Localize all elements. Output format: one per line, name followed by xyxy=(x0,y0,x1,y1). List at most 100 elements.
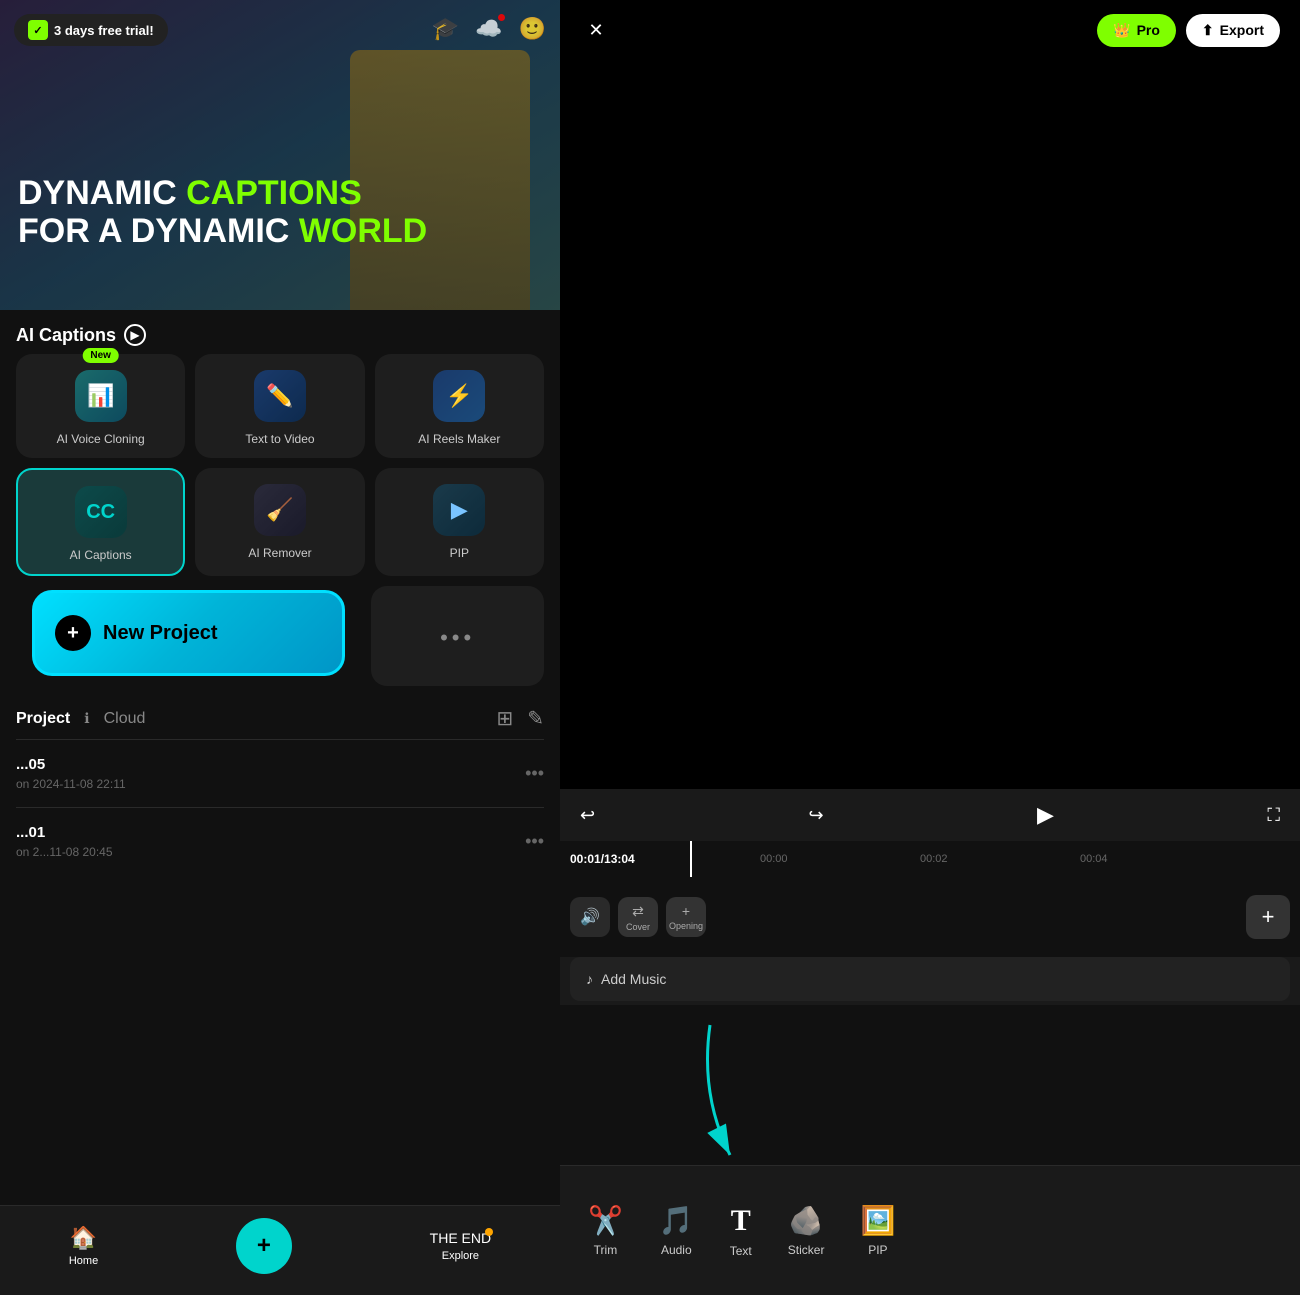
pip-toolbar-label: PIP xyxy=(868,1243,887,1257)
redo-button[interactable]: ↪ xyxy=(809,805,824,826)
sticker-icon: 🪨 xyxy=(789,1204,824,1237)
video-preview xyxy=(560,60,1300,789)
pip-label: PIP xyxy=(450,546,469,560)
audio-icon: 🎵 xyxy=(659,1204,694,1237)
fullscreen-button[interactable]: ⛶ xyxy=(1267,805,1280,826)
hero-line1-white: DYNAMIC xyxy=(18,174,186,212)
trim-label: Trim xyxy=(594,1243,618,1257)
toolbar-trim[interactable]: ✂️ Trim xyxy=(570,1194,641,1267)
project-name-1: ...01 xyxy=(16,824,113,841)
project-info-1: ...01 on 2...11-08 20:45 xyxy=(16,824,113,859)
header-actions: ⊞ ✎ xyxy=(496,706,544,731)
export-button[interactable]: ⬆ Export xyxy=(1186,14,1280,47)
play-button[interactable]: ▶ xyxy=(1037,802,1054,828)
tool-card-reels-maker[interactable]: ⚡ AI Reels Maker xyxy=(375,354,544,458)
tool-card-ai-remover[interactable]: 🧹 AI Remover xyxy=(195,468,364,576)
trial-badge[interactable]: ✓ 3 days free trial! xyxy=(14,14,168,46)
nav-home[interactable]: 🏠 Home xyxy=(69,1225,98,1267)
nav-add-button[interactable]: + xyxy=(236,1218,292,1274)
cover-button[interactable]: ⇄ Cover xyxy=(618,897,658,937)
ai-captions-label: AI Captions xyxy=(16,325,116,346)
audio-label: Audio xyxy=(661,1243,692,1257)
graduation-icon[interactable]: 🎓 xyxy=(432,16,459,42)
arrow-area xyxy=(560,1005,1300,1165)
music-note-icon: ♪ xyxy=(586,971,593,987)
new-project-plus-icon: + xyxy=(55,615,91,651)
more-card[interactable]: ••• xyxy=(371,586,544,686)
playback-controls: ↩ ↪ ▶ ⛶ xyxy=(560,789,1300,841)
ai-captions-arrow-icon[interactable]: ▶ xyxy=(124,324,146,346)
toolbar-text[interactable]: T Text xyxy=(712,1194,770,1268)
tool-card-pip[interactable]: ▶ PIP xyxy=(375,468,544,576)
cloud-icon[interactable]: ☁️ xyxy=(475,16,502,42)
project-header: Project ℹ Cloud ⊞ ✎ xyxy=(0,696,560,739)
tool-card-voice-cloning[interactable]: New 📊 AI Voice Cloning xyxy=(16,354,185,458)
grid-view-icon[interactable]: ⊞ xyxy=(496,706,513,731)
explore-label: Explore xyxy=(442,1250,479,1262)
toolbar-pip[interactable]: 🖼️ PIP xyxy=(842,1194,913,1267)
project-tabs: Project ℹ Cloud xyxy=(16,710,486,728)
crown-icon: 👑 xyxy=(1113,22,1130,39)
toolbar-audio[interactable]: 🎵 Audio xyxy=(641,1194,712,1267)
tool-grid: New 📊 AI Voice Cloning ✏️ Text to Video … xyxy=(0,354,560,586)
project-menu-0[interactable]: ••• xyxy=(525,763,544,784)
opening-button[interactable]: + Opening xyxy=(666,897,706,937)
project-date-0: on 2024-11-08 22:11 xyxy=(16,777,126,791)
reels-maker-icon: ⚡ xyxy=(433,370,485,422)
ai-remover-label: AI Remover xyxy=(248,546,311,560)
add-icon: + xyxy=(257,1232,271,1260)
project-date-1: on 2...11-08 20:45 xyxy=(16,845,113,859)
text-icon: T xyxy=(731,1204,751,1238)
audio-track-toggle[interactable]: 🔊 xyxy=(570,897,610,937)
timeline-ruler: 00:01/13:04 00:00 00:02 00:04 xyxy=(560,841,1300,877)
new-project-button[interactable]: + New Project xyxy=(32,590,345,676)
timeline-section: ↩ ↪ ▶ ⛶ 00:01/13:04 00:00 00:02 00:04 🔊 … xyxy=(560,789,1300,1165)
tab-cloud[interactable]: Cloud xyxy=(104,710,146,728)
sticker-label: Sticker xyxy=(788,1243,825,1257)
hero-banner: ✓ 3 days free trial! 🎓 ☁️ 🙂 DYNAMIC CAPT… xyxy=(0,0,560,310)
top-bar-actions: 👑 Pro ⬆ Export xyxy=(1097,14,1280,47)
close-button[interactable]: ✕ xyxy=(580,14,612,46)
tool-card-text-to-video[interactable]: ✏️ Text to Video xyxy=(195,354,364,458)
new-badge: New xyxy=(82,348,119,363)
toolbar-sticker[interactable]: 🪨 Sticker xyxy=(770,1194,843,1267)
home-label: Home xyxy=(69,1255,98,1267)
ai-captions-row[interactable]: AI Captions ▶ xyxy=(0,310,560,354)
explore-icon: THE END xyxy=(430,1230,491,1246)
text-label: Text xyxy=(730,1244,752,1258)
pip-icon: ▶ xyxy=(433,484,485,536)
new-project-row: + New Project ••• xyxy=(0,586,560,696)
export-icon: ⬆ xyxy=(1202,22,1214,39)
time-marker-0: 00:00 xyxy=(760,853,788,865)
top-bar: ✕ 👑 Pro ⬆ Export xyxy=(560,0,1300,60)
trial-icon: ✓ xyxy=(28,20,48,40)
pro-label: Pro xyxy=(1137,22,1160,38)
header-icons: 🎓 ☁️ 🙂 xyxy=(432,16,546,42)
nav-explore[interactable]: THE END Explore xyxy=(430,1230,491,1262)
opening-label: Opening xyxy=(669,921,703,931)
project-info-0: ...05 on 2024-11-08 22:11 xyxy=(16,756,126,791)
text-to-video-label: Text to Video xyxy=(245,432,314,446)
reels-maker-label: AI Reels Maker xyxy=(418,432,500,446)
project-item-1[interactable]: ...01 on 2...11-08 20:45 ••• xyxy=(16,807,544,875)
pro-button[interactable]: 👑 Pro xyxy=(1097,14,1176,47)
tab-project[interactable]: Project xyxy=(16,710,70,728)
project-item-0[interactable]: ...05 on 2024-11-08 22:11 ••• xyxy=(16,739,544,807)
time-marker-1: 00:02 xyxy=(920,853,948,865)
info-icon: ℹ xyxy=(84,710,89,728)
voice-cloning-label: AI Voice Cloning xyxy=(57,432,145,446)
explore-dot xyxy=(485,1228,493,1236)
undo-button[interactable]: ↩ xyxy=(580,805,595,826)
tool-card-ai-captions[interactable]: CC AI Captions xyxy=(16,468,185,576)
edit-icon[interactable]: ✎ xyxy=(527,706,544,731)
add-music-bar[interactable]: ♪ Add Music xyxy=(570,957,1290,1001)
smiley-icon[interactable]: 🙂 xyxy=(519,16,546,42)
track-add-button[interactable]: + xyxy=(1246,895,1290,939)
new-project-label: New Project xyxy=(103,622,217,645)
playhead-line xyxy=(690,841,692,877)
trim-icon: ✂️ xyxy=(588,1204,623,1237)
ai-captions-icon: CC xyxy=(75,486,127,538)
project-list: ...05 on 2024-11-08 22:11 ••• ...01 on 2… xyxy=(0,739,560,1205)
left-panel: ✓ 3 days free trial! 🎓 ☁️ 🙂 DYNAMIC CAPT… xyxy=(0,0,560,1295)
project-menu-1[interactable]: ••• xyxy=(525,831,544,852)
